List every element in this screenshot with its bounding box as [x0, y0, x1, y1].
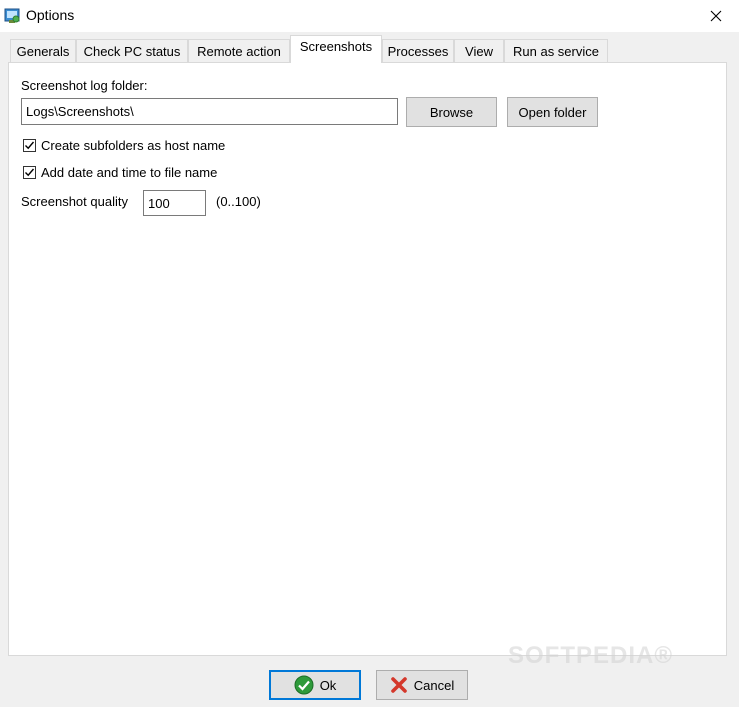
- datetime-label: Add date and time to file name: [41, 165, 218, 180]
- tab-screenshots[interactable]: Screenshots: [290, 35, 382, 63]
- tab-strip: Generals Check PC status Remote action S…: [0, 35, 739, 63]
- cancel-label: Cancel: [413, 677, 455, 693]
- open-folder-label: Open folder: [518, 104, 587, 120]
- checkmark-icon: [25, 141, 35, 150]
- datetime-checkbox[interactable]: [23, 166, 36, 179]
- subfolders-label: Create subfolders as host name: [41, 138, 226, 153]
- tab-run-as-service[interactable]: Run as service: [504, 39, 608, 62]
- tab-label: Generals: [16, 43, 70, 59]
- open-folder-button[interactable]: Open folder: [507, 97, 598, 127]
- tab-label: Remote action: [197, 43, 281, 59]
- quality-label: Screenshot quality: [21, 194, 128, 209]
- tab-label: Processes: [387, 43, 449, 59]
- watermark: SOFTPEDIA®: [508, 642, 674, 669]
- ok-label: Ok: [319, 677, 337, 693]
- checkmark-icon: [25, 168, 35, 177]
- tab-label: Check PC status: [83, 43, 181, 59]
- ok-button[interactable]: Ok: [269, 670, 361, 700]
- tab-label: Run as service: [513, 43, 599, 59]
- tab-generals[interactable]: Generals: [10, 39, 76, 62]
- tab-processes[interactable]: Processes: [382, 39, 454, 62]
- browse-button[interactable]: Browse: [406, 97, 497, 127]
- tab-label: Screenshots: [299, 39, 373, 54]
- log-folder-input[interactable]: [21, 98, 398, 125]
- cancel-button[interactable]: Cancel: [376, 670, 468, 700]
- tab-check-pc-status[interactable]: Check PC status: [76, 39, 188, 62]
- x-icon: [390, 677, 407, 693]
- screenshots-panel: Screenshot log folder: Browse Open folde…: [8, 62, 727, 656]
- close-icon: [710, 10, 722, 21]
- quality-input[interactable]: [143, 190, 206, 216]
- window-title: Options: [26, 7, 75, 23]
- title-bar: Options: [0, 0, 739, 32]
- close-button[interactable]: [693, 0, 739, 31]
- app-icon: [4, 8, 20, 23]
- tab-remote-action[interactable]: Remote action: [188, 39, 290, 62]
- subfolders-checkbox[interactable]: [23, 139, 36, 152]
- quality-range-label: (0..100): [216, 194, 261, 209]
- tab-label: View: [465, 43, 493, 59]
- tab-view[interactable]: View: [454, 39, 504, 62]
- browse-label: Browse: [429, 104, 474, 120]
- log-folder-label: Screenshot log folder:: [21, 78, 148, 93]
- check-icon: [294, 675, 314, 695]
